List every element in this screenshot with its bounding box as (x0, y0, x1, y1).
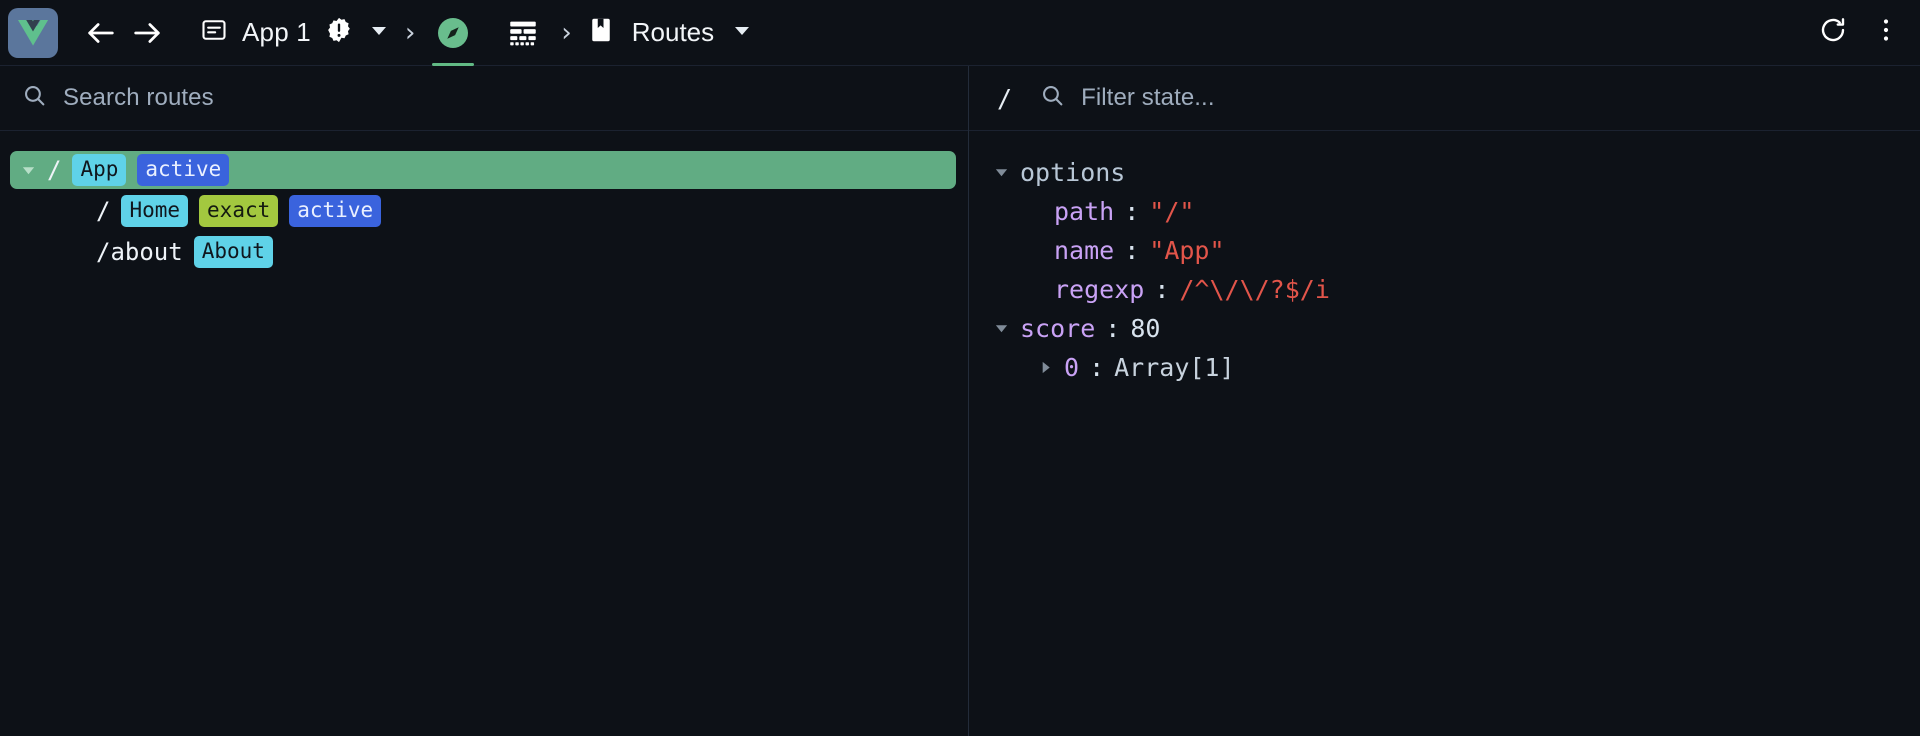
state-value: "/" (1149, 197, 1195, 226)
state-row-name[interactable]: name: "App" (993, 231, 1920, 270)
routes-dropdown-chevron-down-icon[interactable] (730, 18, 754, 47)
state-row-score[interactable]: score: 80 (993, 309, 1920, 348)
state-inspector: options path: "/" name: "App" regexp: /^… (969, 131, 1920, 736)
state-key: options (1020, 158, 1126, 187)
state-value: 80 (1130, 314, 1161, 343)
content-area: Search routes / App active / Home exact … (0, 66, 1920, 736)
app-selector[interactable]: App 1 (200, 16, 391, 49)
search-input[interactable]: Search routes (63, 84, 214, 112)
chevron-down-icon[interactable] (20, 162, 36, 178)
window-icon (200, 16, 228, 49)
state-colon: : (1089, 353, 1105, 382)
app-name-label: App 1 (242, 17, 311, 47)
state-colon: : (1105, 314, 1121, 343)
state-key: regexp (1054, 275, 1145, 304)
refresh-icon[interactable] (1818, 15, 1848, 50)
routes-pane: Search routes / App active / Home exact … (0, 66, 969, 736)
state-row-regexp[interactable]: regexp: /^\/\/?$/i (993, 270, 1920, 309)
route-tree: / App active / Home exact active /about … (0, 131, 968, 736)
back-button[interactable] (78, 10, 124, 56)
filter-state-input[interactable]: Filter state... (1081, 84, 1215, 112)
state-colon: : (1154, 275, 1170, 304)
search-icon (1040, 83, 1065, 113)
breadcrumb-separator-1: › (404, 17, 416, 48)
route-row[interactable]: /about About (10, 233, 956, 271)
routes-label: Routes (631, 17, 715, 47)
route-exact-badge: exact (199, 195, 279, 227)
routes-tab[interactable] (429, 7, 477, 66)
state-row-path[interactable]: path: "/" (993, 192, 1920, 231)
state-key: score (1020, 314, 1096, 343)
state-key: 0 (1064, 353, 1080, 382)
vue-logo[interactable] (8, 7, 58, 58)
more-vertical-icon[interactable] (1874, 15, 1898, 50)
bookmark-icon (586, 15, 616, 50)
state-pane: / Filter state... options path: "/" nam… (969, 66, 1920, 736)
warning-badge-icon (325, 16, 353, 49)
app-dropdown-chevron-down-icon[interactable] (367, 18, 391, 47)
chevron-down-icon[interactable] (993, 164, 1010, 181)
search-icon (22, 83, 47, 113)
state-value: /^\/\/?$/i (1179, 275, 1330, 304)
selected-route-path: / (997, 83, 1013, 113)
route-row[interactable]: / Home exact active (10, 192, 956, 230)
route-component-badge: About (193, 236, 273, 268)
route-active-badge: active (289, 195, 382, 227)
state-key: path (1054, 197, 1115, 226)
route-active-badge: active (137, 154, 230, 186)
route-row[interactable]: / App active (10, 151, 956, 189)
filter-state-bar[interactable]: / Filter state... (969, 66, 1920, 131)
state-key: name (1054, 236, 1115, 265)
route-path: / (96, 197, 111, 225)
forward-button[interactable] (124, 10, 170, 56)
toolbar-actions (1818, 15, 1898, 50)
state-row-array-item[interactable]: 0: Array[1] (993, 348, 1920, 387)
route-component-badge: Home (121, 195, 189, 227)
route-path: /about (96, 238, 183, 266)
state-value: Array[1] (1114, 353, 1235, 382)
state-colon: : (1124, 236, 1140, 265)
route-component-badge: App (72, 154, 127, 186)
state-row-options[interactable]: options (993, 153, 1920, 192)
chevron-right-icon[interactable] (1037, 359, 1054, 376)
breadcrumb-separator-2: › (561, 17, 572, 48)
timeline-tab[interactable] (499, 7, 547, 59)
chevron-down-icon[interactable] (993, 320, 1010, 337)
state-colon: : (1124, 197, 1140, 226)
routes-selector[interactable]: Routes (586, 15, 754, 50)
route-path: / (47, 156, 62, 184)
state-value: "App" (1149, 236, 1225, 265)
search-routes-bar[interactable]: Search routes (0, 66, 968, 131)
main-toolbar: App 1 › › Routes (0, 0, 1920, 66)
inspector-tabs (429, 7, 547, 66)
